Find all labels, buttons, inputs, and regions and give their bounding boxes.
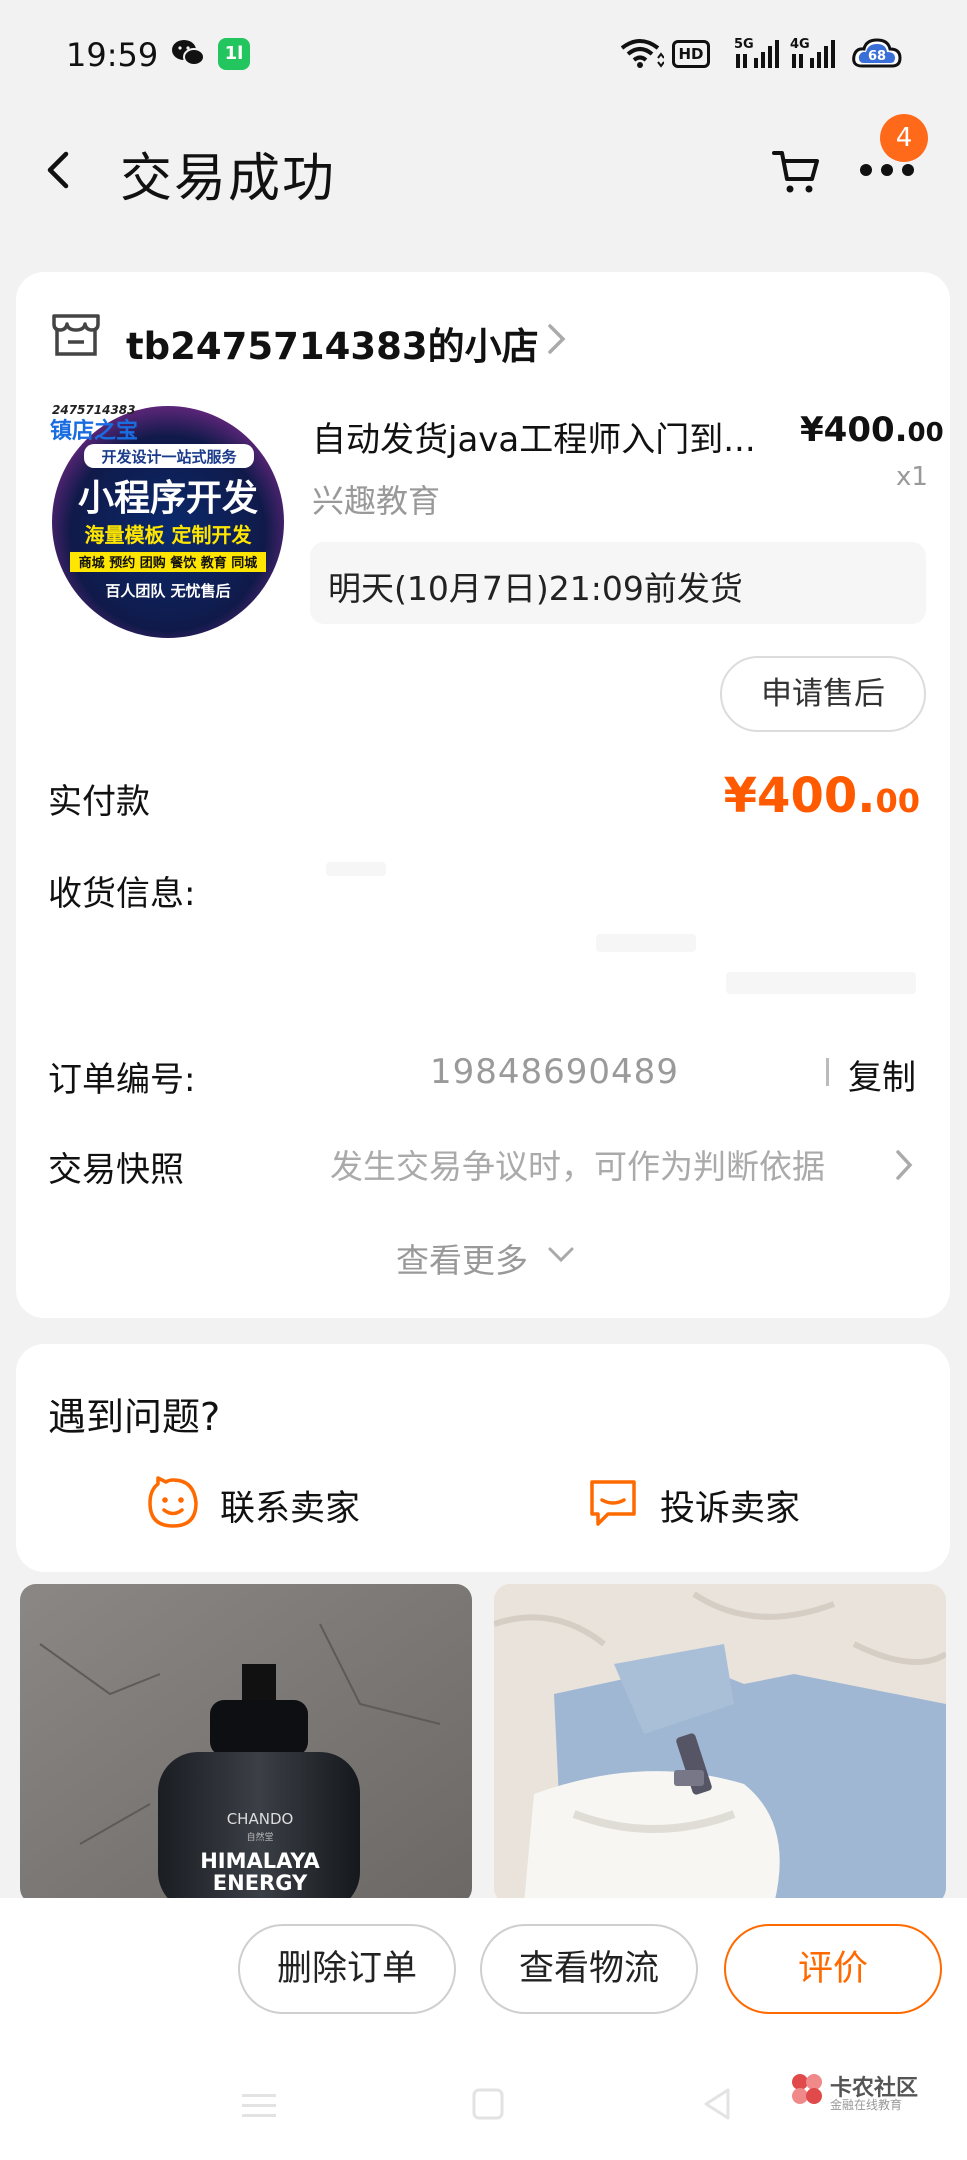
thumb-tagline: 开发设计一站式服务 — [101, 448, 237, 466]
chevron-right-icon[interactable] — [894, 1148, 914, 1182]
snapshot-description[interactable]: 发生交易争议时，可作为判断依据 — [330, 1140, 825, 1188]
battery-icon: 68 — [852, 38, 902, 68]
rec-product-line1: HIMALAYA — [200, 1849, 320, 1873]
chevron-right-icon[interactable] — [546, 322, 568, 356]
status-time: 19:59 — [66, 36, 159, 74]
signal-5g-label: 5G — [734, 37, 754, 52]
paid-amount-main: ¥400. — [723, 768, 876, 824]
delete-order-button[interactable]: 删除订单 — [238, 1924, 456, 2014]
back-arrow-icon[interactable] — [40, 150, 76, 190]
recommended-product-card[interactable]: CHANDO 自然堂 HIMALAYA ENERGY — [20, 1584, 472, 1904]
order-number: 19848690489 — [430, 1052, 679, 1092]
more-options-icon[interactable] — [858, 160, 916, 180]
product-price-cents: 00 — [907, 418, 944, 448]
app-notification-icon: 1l — [218, 38, 250, 70]
product-price: ¥400.00 — [800, 410, 944, 450]
wechat-icon — [172, 40, 205, 66]
order-card: tb2475714383的小店 2475714383 镇店之宝 开发设计一站式服… — [16, 272, 950, 1318]
nav-home-icon[interactable] — [470, 2086, 506, 2122]
status-bar: 19:59 1l HD 5G 4G 68 — [0, 0, 967, 110]
order-number-label: 订单编号: — [48, 1060, 196, 1100]
review-button[interactable]: 评价 — [724, 1924, 942, 2014]
recommended-product-card[interactable] — [494, 1584, 946, 1904]
hd-icon: HD — [672, 40, 710, 68]
paid-amount-cents: 00 — [875, 782, 920, 820]
rec-brand-sub: 自然堂 — [246, 1831, 273, 1843]
thumb-footer: 百人团队 无忧售后 — [105, 582, 230, 600]
problem-card: 遇到问题? 联系卖家 投诉卖家 — [16, 1344, 950, 1572]
after-sale-button[interactable]: 申请售后 — [720, 656, 926, 732]
paid-amount: ¥400.00 — [724, 768, 920, 824]
copy-button[interactable]: 复制 — [848, 1050, 916, 1099]
nav-back-icon[interactable] — [700, 2086, 734, 2122]
product-price-main: ¥400. — [800, 410, 908, 450]
chevron-down-icon[interactable] — [546, 1244, 576, 1266]
complain-seller-label: 投诉卖家 — [660, 1489, 801, 1529]
rec-brand: CHANDO — [227, 1810, 294, 1828]
page-title: 交易成功 — [120, 149, 337, 209]
view-logistics-button[interactable]: 查看物流 — [480, 1924, 698, 2014]
shipping-note-box: 明天(10月7日)21:09前发货 — [310, 542, 926, 624]
product-thumbnail[interactable]: 2475714383 镇店之宝 开发设计一站式服务 小程序开发 海量模板 定制开… — [44, 400, 292, 640]
watermark-subtitle: 金融在线教育 — [830, 2098, 903, 2112]
address-redacted — [596, 934, 696, 952]
signal-4g-label: 4G — [790, 37, 810, 52]
rec-product-line2: ENERGY — [213, 1871, 308, 1895]
product-sku: 兴趣教育 — [312, 482, 441, 520]
signal-5g-icon: 5G — [734, 37, 779, 68]
thumb-top-text: 2475714383 — [52, 403, 136, 417]
shipping-info-label: 收货信息: — [48, 874, 196, 914]
shipping-note: 明天(10月7日)21:09前发货 — [328, 569, 743, 608]
address-redacted — [326, 862, 386, 876]
thumb-sub: 海量模板 定制开发 — [85, 523, 253, 547]
product-thumbnail-graphic: 2475714383 镇店之宝 开发设计一站式服务 小程序开发 海量模板 定制开… — [50, 403, 284, 638]
contact-seller-label: 联系卖家 — [220, 1489, 361, 1529]
problem-title: 遇到问题? — [48, 1395, 221, 1439]
wifi-icon — [620, 39, 664, 68]
shop-icon — [52, 314, 100, 356]
shop-name[interactable]: tb2475714383的小店 — [126, 316, 539, 370]
divider — [826, 1058, 829, 1086]
recommended-product-image — [494, 1584, 946, 1904]
nav-menu-icon[interactable] — [240, 2090, 278, 2120]
thumb-brand: 镇店之宝 — [50, 418, 138, 444]
notification-badge: 4 — [880, 114, 928, 162]
product-quantity: x1 — [896, 462, 928, 492]
signal-4g-icon: 4G — [790, 37, 835, 68]
see-more-link[interactable]: 查看更多 — [396, 1234, 528, 1282]
contact-seller-icon — [148, 1476, 198, 1528]
complaint-icon — [590, 1480, 636, 1526]
paid-label: 实付款 — [48, 782, 150, 822]
address-redacted — [726, 972, 916, 994]
watermark-logo-icon — [792, 2074, 822, 2104]
battery-level: 68 — [868, 49, 886, 64]
thumb-tags: 商城 预约 团购 餐饮 教育 同城 — [79, 555, 258, 571]
cart-icon[interactable] — [770, 145, 822, 197]
thumb-headline: 小程序开发 — [78, 478, 258, 519]
snapshot-label[interactable]: 交易快照 — [48, 1142, 184, 1191]
recommended-product-image: CHANDO 自然堂 HIMALAYA ENERGY — [20, 1584, 472, 1904]
bottom-action-bar: 删除订单 查看物流 评价 卡农社区 金融在线教育 — [0, 1898, 967, 2160]
product-title[interactable]: 自动发货java工程师入门到... — [312, 412, 762, 461]
